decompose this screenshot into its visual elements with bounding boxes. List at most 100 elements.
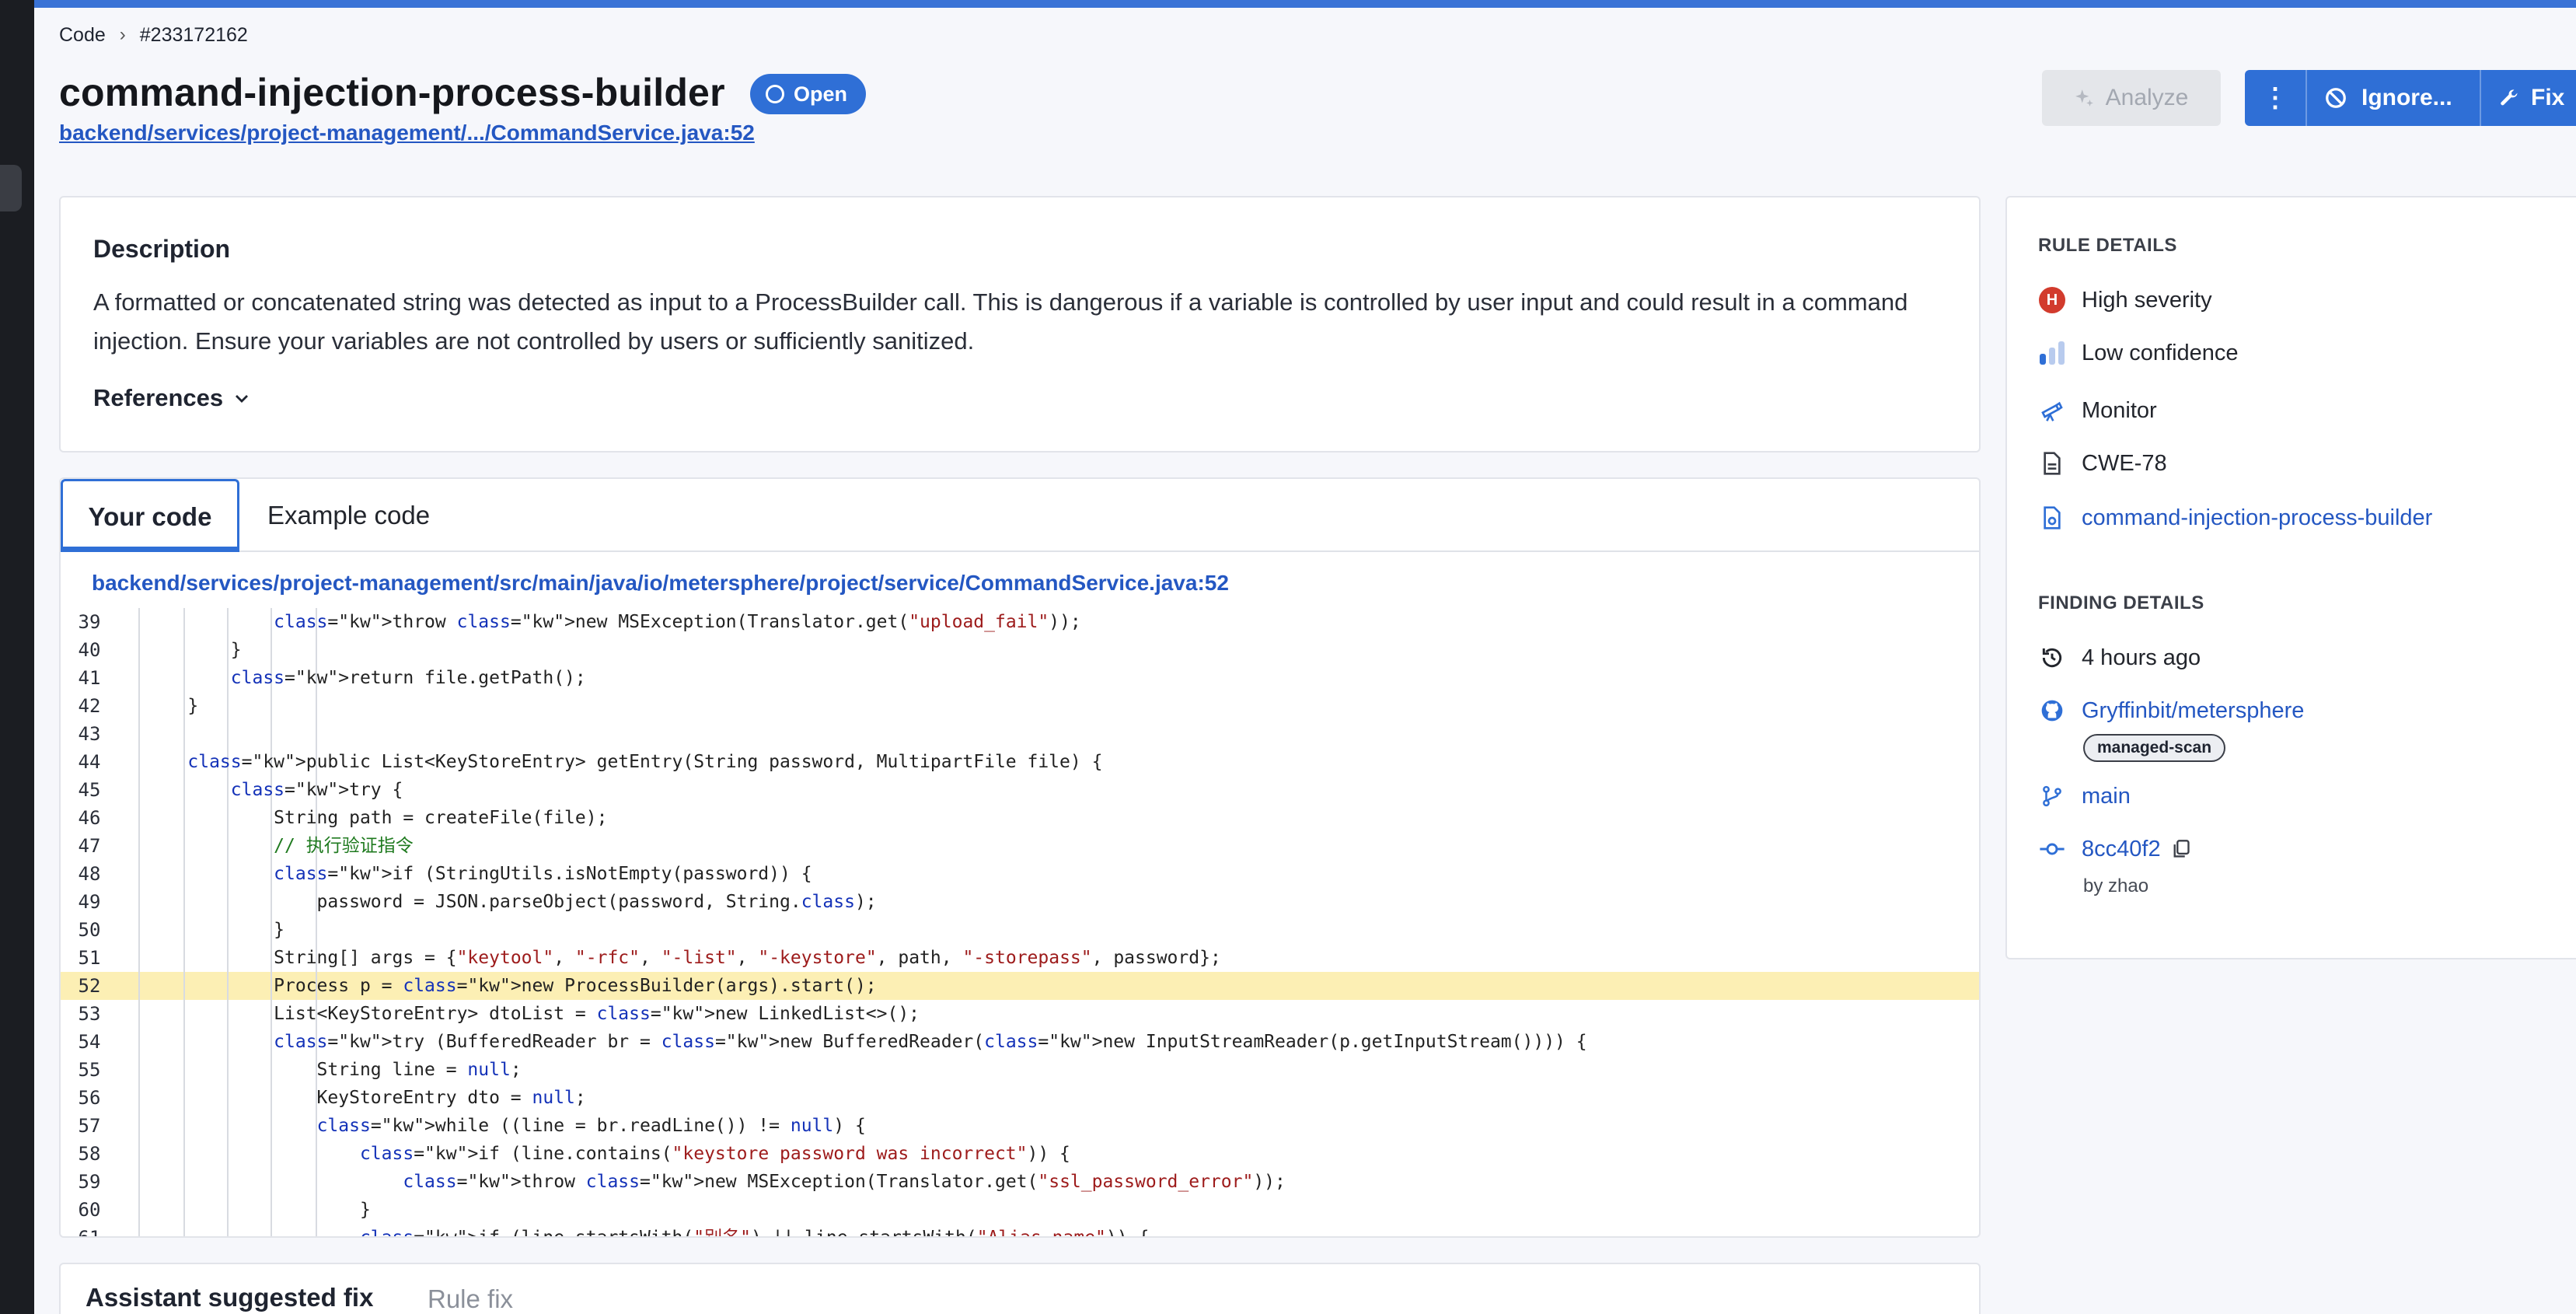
rule-file-icon [2044, 506, 2061, 529]
repo-link[interactable]: Gryffinbit/metersphere [2082, 698, 2304, 724]
more-options-button[interactable]: ⋮ [2245, 70, 2307, 126]
code-text: class="kw">try (BufferedReader br = clas… [274, 1032, 1587, 1052]
branch-link[interactable]: main [2082, 784, 2131, 809]
breadcrumb-code-link[interactable]: Code [59, 24, 106, 47]
assistant-fix-card: Assistant suggested fix Rule fix [59, 1263, 1981, 1314]
code-text: String path = createFile(file); [145, 808, 608, 828]
rule-link[interactable]: command-injection-process-builder [2082, 505, 2432, 531]
ban-icon [2326, 88, 2346, 108]
sparkle-icon [2075, 89, 2093, 107]
status-badge: Open [750, 74, 867, 114]
code-line: 46 String path = createFile(file); [61, 804, 1979, 832]
line-number: 47 [78, 835, 101, 857]
code-line: 48 class="kw">if (StringUtils.isNotEmpty… [61, 860, 1979, 888]
line-number: 52 [78, 975, 101, 997]
github-icon [2041, 700, 2063, 722]
tab-rule-fix[interactable]: Rule fix [428, 1284, 513, 1314]
code-line: 56 KeyStoreEntry dto = null; [61, 1084, 1979, 1112]
code-line: 43 [61, 720, 1979, 748]
code-line: 40 } [61, 636, 1979, 664]
confidence-bars-icon [2040, 341, 2065, 365]
code-line: 52 Process p = class="kw">new ProcessBui… [61, 972, 1979, 1000]
tab-assistant-suggested-fix[interactable]: Assistant suggested fix [86, 1283, 373, 1312]
code-text: List<KeyStoreEntry> dtoList = class="kw"… [145, 1004, 920, 1024]
line-number: 59 [78, 1171, 101, 1193]
fix-button[interactable]: Fix [2481, 70, 2576, 126]
ignore-label: Ignore... [2361, 85, 2452, 110]
top-accent-bar [0, 0, 2576, 8]
repo-tag-badge: managed-scan [2083, 734, 2226, 762]
code-line: 58 class="kw">if (line.contains("keystor… [61, 1140, 1979, 1168]
code-text: } [145, 696, 199, 716]
line-number: 40 [78, 639, 101, 661]
code-text: } [145, 1200, 371, 1220]
code-line: 57 class="kw">while ((line = br.readLine… [61, 1112, 1979, 1140]
code-line: 60 } [61, 1196, 1979, 1224]
references-label: References [93, 384, 224, 411]
references-toggle[interactable]: References [93, 384, 251, 412]
line-number: 57 [78, 1115, 101, 1137]
commit-link[interactable]: 8cc40f2 [2082, 837, 2161, 862]
kebab-menu-icon: ⋮ [2262, 83, 2288, 113]
line-number: 53 [78, 1003, 101, 1025]
open-circle-icon [766, 85, 784, 103]
code-text: KeyStoreEntry dto = null; [145, 1088, 586, 1108]
left-nav-rail [0, 0, 34, 1314]
code-viewer: 39 class="kw">throw class="kw">new MSExc… [61, 608, 1979, 1238]
time-label: 4 hours ago [2082, 645, 2201, 670]
tab-example-code[interactable]: Example code [267, 479, 430, 552]
code-file-path-link[interactable]: backend/services/project-management/src/… [92, 571, 1229, 596]
code-text: class="kw">if (line.startsWith("别名") || … [359, 1228, 1150, 1238]
file-location-link[interactable]: backend/services/project-management/.../… [59, 121, 755, 145]
time-row: 4 hours ago [2038, 642, 2201, 673]
rule-details-heading: RULE DETAILS [2038, 235, 2177, 256]
line-number: 42 [78, 695, 101, 717]
git-branch-icon [2043, 785, 2061, 807]
code-text: String line = null; [145, 1060, 522, 1080]
line-number: 41 [78, 667, 101, 689]
code-text: class="kw">try { [230, 780, 403, 800]
line-number: 54 [78, 1031, 101, 1053]
document-icon [2044, 452, 2061, 475]
analyze-button[interactable]: Analyze [2042, 70, 2221, 126]
branch-row[interactable]: main [2038, 781, 2131, 812]
breadcrumb: Code › #233172162 [59, 23, 248, 47]
description-text: A formatted or concatenated string was d… [93, 288, 1908, 355]
code-line: 42 } [61, 692, 1979, 720]
severity-high-icon: H [2039, 287, 2065, 313]
analyze-label: Analyze [2105, 85, 2189, 110]
code-line: 49 password = JSON.parseObject(password,… [61, 888, 1979, 916]
action-button-group: ⋮ Ignore... Fix [2245, 70, 2576, 126]
confidence-label: Low confidence [2082, 340, 2239, 365]
line-number: 56 [78, 1087, 101, 1109]
wrench-icon [2501, 89, 2518, 106]
copy-icon[interactable] [2172, 839, 2190, 859]
rule-link-row[interactable]: command-injection-process-builder [2038, 502, 2432, 533]
tab-your-code[interactable]: Your code [61, 479, 239, 552]
code-line: 59 class="kw">throw class="kw">new MSExc… [61, 1168, 1979, 1196]
code-text: class="kw">if (StringUtils.isNotEmpty(pa… [274, 864, 812, 884]
history-icon [2042, 648, 2062, 668]
rail-item-active[interactable] [0, 165, 22, 211]
code-line: 61 class="kw">if (line.startsWith("别名") … [61, 1224, 1979, 1238]
code-line: 39 class="kw">throw class="kw">new MSExc… [61, 608, 1979, 636]
code-text: // 执行验证指令 [274, 836, 414, 856]
repo-row[interactable]: Gryffinbit/metersphere [2038, 695, 2304, 726]
code-text: } [145, 920, 285, 940]
cwe-label: CWE-78 [2082, 450, 2167, 476]
code-text: } [145, 640, 242, 660]
chevron-right-icon: › [119, 24, 126, 45]
ignore-button[interactable]: Ignore... [2307, 70, 2481, 126]
line-number: 58 [78, 1143, 101, 1165]
commit-author: by zhao [2083, 875, 2149, 896]
code-text: class="kw">throw class="kw">new MSExcept… [274, 612, 1081, 632]
confidence-row: Low confidence [2038, 337, 2239, 369]
code-text: class="kw">if (line.contains("keystore p… [359, 1144, 1070, 1164]
line-number: 61 [78, 1227, 101, 1238]
code-text: class="kw">throw class="kw">new MSExcept… [403, 1172, 1286, 1192]
code-line: 53 List<KeyStoreEntry> dtoList = class="… [61, 1000, 1979, 1028]
mode-label: Monitor [2082, 397, 2157, 423]
page-title: command-injection-process-builder [59, 71, 725, 114]
chevron-down-icon [236, 395, 249, 403]
code-line: 47 // 执行验证指令 [61, 832, 1979, 860]
